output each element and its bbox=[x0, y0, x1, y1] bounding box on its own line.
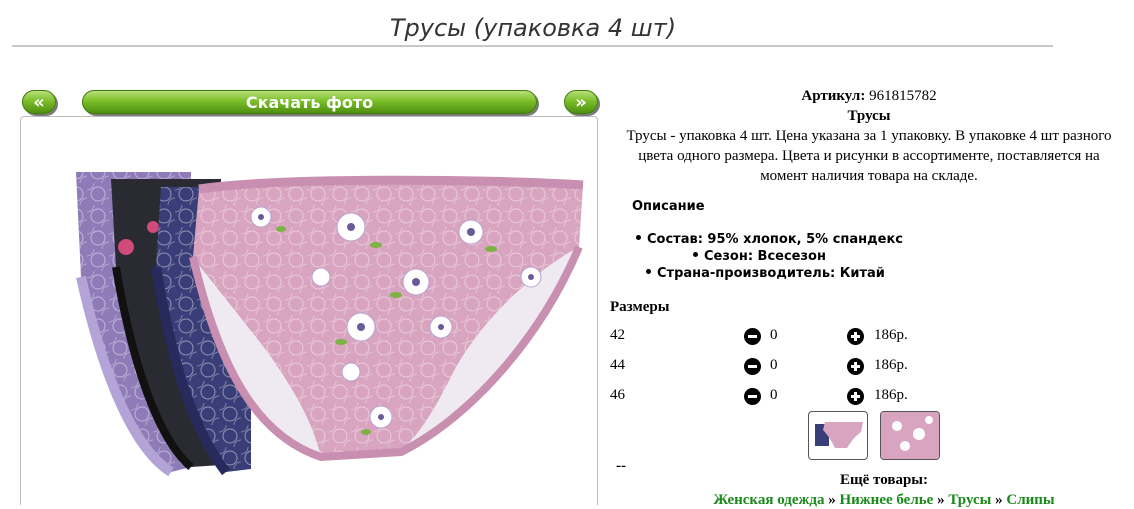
product-description-line: момент наличия товара на складе. bbox=[760, 168, 978, 184]
increase-qty-icon[interactable] bbox=[847, 328, 864, 345]
size-row: 42 0 186р. bbox=[610, 327, 930, 349]
breadcrumb-separator: » bbox=[937, 492, 945, 508]
photo-thumbnail[interactable] bbox=[880, 411, 940, 460]
sku-line: Артикул: 961815782 bbox=[604, 86, 1134, 106]
attribute-item: Сезон: Всесезон bbox=[693, 248, 826, 265]
attribute-text: Страна-производитель: Китай bbox=[657, 266, 885, 281]
breadcrumb-separator: » bbox=[995, 492, 1003, 508]
price-value: 186р. bbox=[874, 387, 908, 403]
sizes-heading: Размеры bbox=[610, 299, 670, 315]
product-description-line: цвета одного размера. Цвета и рисунки в … bbox=[638, 148, 1100, 164]
size-value: 42 bbox=[610, 327, 625, 343]
size-row: 46 0 186р. bbox=[610, 387, 930, 409]
breadcrumb-separator: » bbox=[828, 492, 836, 508]
photo-thumbnail[interactable] bbox=[808, 411, 868, 460]
prev-photo-button[interactable]: « bbox=[22, 90, 56, 114]
bullet-icon bbox=[693, 252, 698, 257]
size-row: 44 0 186р. bbox=[610, 357, 930, 379]
size-value: 46 bbox=[610, 387, 625, 403]
price-value: 186р. bbox=[874, 357, 908, 373]
attribute-text: Состав: 95% хлопок, 5% спандекс bbox=[647, 232, 904, 247]
breadcrumb-link[interactable]: Нижнее белье bbox=[839, 492, 933, 508]
price-value: 186р. bbox=[874, 327, 908, 343]
bullet-icon bbox=[646, 269, 651, 274]
product-photo-frame bbox=[20, 116, 598, 505]
qty-value: 0 bbox=[770, 387, 778, 403]
page-title: Трусы (упаковка 4 шт) bbox=[389, 14, 677, 42]
decrease-qty-icon[interactable] bbox=[744, 358, 761, 375]
qty-value: 0 bbox=[770, 327, 778, 343]
download-photo-button[interactable]: Скачать фото bbox=[82, 90, 537, 114]
qty-value: 0 bbox=[770, 357, 778, 373]
decrease-qty-icon[interactable] bbox=[744, 328, 761, 345]
attribute-item: Состав: 95% хлопок, 5% спандекс bbox=[636, 231, 903, 248]
thumbnail-image bbox=[815, 422, 863, 448]
attribute-text: Сезон: Всесезон bbox=[704, 249, 826, 264]
increase-qty-icon[interactable] bbox=[847, 358, 864, 375]
product-description-line: Трусы - упаковка 4 шт. Цена указана за 1… bbox=[626, 128, 1112, 144]
bullet-icon bbox=[636, 235, 641, 240]
breadcrumb-link[interactable]: Трусы bbox=[948, 492, 991, 508]
size-value: 44 bbox=[610, 357, 625, 373]
next-photo-button[interactable]: » bbox=[564, 90, 598, 114]
breadcrumb: Женская одежда » Нижнее белье » Трусы » … bbox=[604, 492, 1134, 509]
product-info: Артикул: 961815782 Трусы Трусы - упаковк… bbox=[604, 86, 1134, 186]
increase-qty-icon[interactable] bbox=[847, 388, 864, 405]
sku-value: 961815782 bbox=[869, 88, 937, 104]
description-heading: Описание bbox=[632, 199, 705, 214]
more-products-heading: Ещё товары: bbox=[839, 472, 929, 488]
thumbnail-image bbox=[881, 412, 939, 459]
decrease-qty-icon[interactable] bbox=[744, 388, 761, 405]
title-divider bbox=[12, 45, 1053, 47]
sku-label: Артикул: bbox=[801, 88, 866, 104]
product-name: Трусы bbox=[847, 108, 891, 124]
breadcrumb-link[interactable]: Слипы bbox=[1006, 492, 1054, 508]
breadcrumb-link[interactable]: Женская одежда bbox=[713, 492, 824, 508]
attribute-item: Страна-производитель: Китай bbox=[646, 265, 885, 282]
product-photo bbox=[76, 172, 584, 477]
